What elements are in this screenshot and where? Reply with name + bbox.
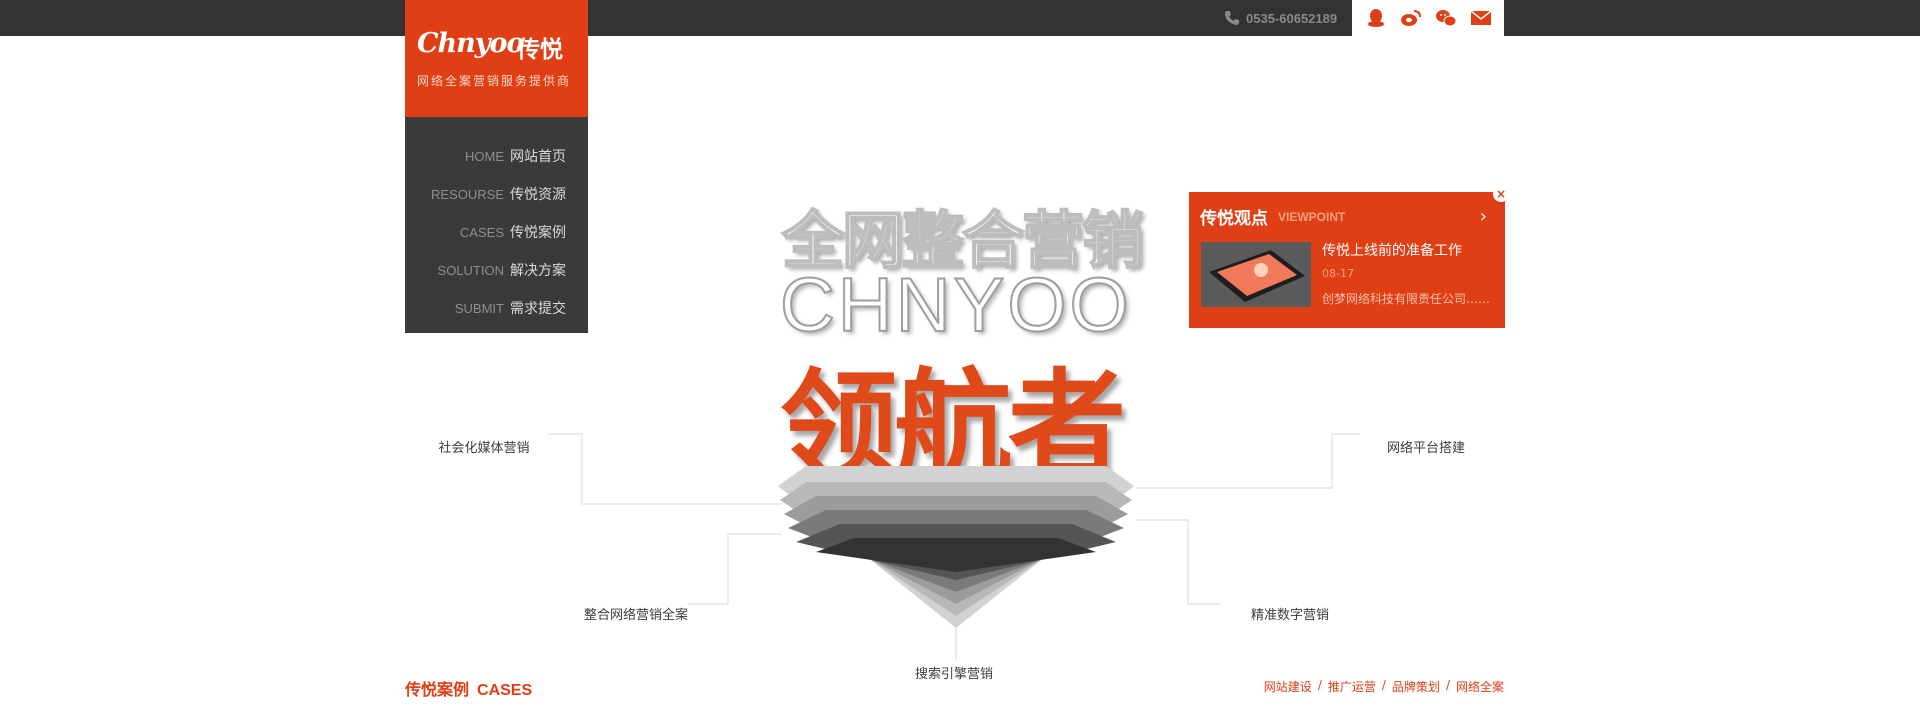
viewpoint-title: 传悦观点 bbox=[1200, 209, 1268, 229]
separator: / bbox=[1381, 678, 1386, 692]
tag-integrated-marketing[interactable]: 整合网络营销全案 bbox=[562, 601, 710, 626]
link-network-full-case[interactable]: 网络全案 bbox=[1456, 678, 1504, 695]
link-brand-planning[interactable]: 品牌策划 bbox=[1392, 678, 1440, 695]
viewpoint-subtitle: VIEWPOINT bbox=[1278, 210, 1346, 224]
cases-section-title: 传悦案例 CASES bbox=[405, 676, 532, 700]
cases-category-links: 网站建设 / 推广运营 / 品牌策划 / 网络全案 bbox=[1264, 678, 1504, 695]
article-headline[interactable]: 传悦上线前的准备工作 bbox=[1322, 240, 1462, 260]
tag-search-engine-marketing[interactable]: 搜索引擎营销 bbox=[880, 660, 1028, 685]
chevron-right-icon[interactable]: › bbox=[1480, 206, 1487, 227]
article-summary: 创梦网络科技有限责任公司…… bbox=[1322, 292, 1491, 306]
tag-label: 社会化媒体营销 bbox=[438, 441, 530, 456]
tag-network-platform[interactable]: 网络平台搭建 bbox=[1352, 434, 1500, 459]
article-thumbnail[interactable] bbox=[1201, 242, 1311, 307]
article-date: 08-17 bbox=[1322, 267, 1354, 280]
tag-social-media-marketing[interactable]: 社会化媒体营销 bbox=[410, 434, 558, 459]
tag-label: 网络平台搭建 bbox=[1386, 441, 1465, 456]
cases-title-cn: 传悦案例 bbox=[405, 680, 470, 699]
cases-title-en: CASES bbox=[477, 682, 533, 699]
tag-label: 搜索引擎营销 bbox=[914, 667, 993, 682]
link-website-building[interactable]: 网站建设 bbox=[1264, 678, 1312, 695]
separator: / bbox=[1445, 678, 1450, 692]
viewpoint-card: × 传悦观点 VIEWPOINT › 传悦上线前的准备工作 08-17 创梦网络… bbox=[1189, 186, 1509, 328]
tag-precision-digital-marketing[interactable]: 精准数字营销 bbox=[1216, 601, 1364, 626]
separator: / bbox=[1317, 678, 1322, 692]
link-promotion-operation[interactable]: 推广运营 bbox=[1328, 678, 1376, 695]
layered-pyramid-graphic bbox=[778, 466, 1134, 628]
close-icon[interactable]: × bbox=[1493, 186, 1509, 202]
tag-label: 整合网络营销全案 bbox=[583, 608, 688, 623]
tag-label: 精准数字营销 bbox=[1250, 608, 1329, 623]
